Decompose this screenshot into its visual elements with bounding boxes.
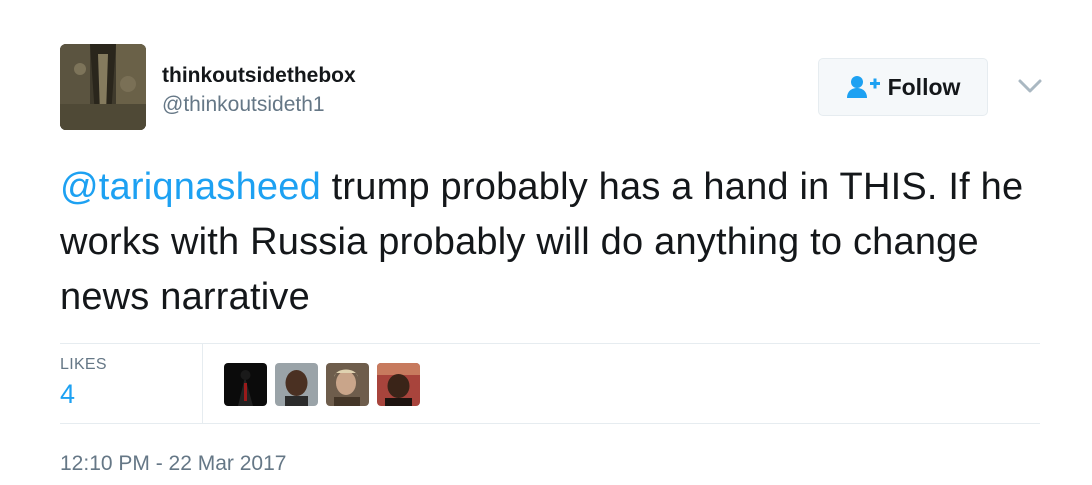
- follow-person-plus-icon: [846, 74, 882, 100]
- likers-avatars: [224, 363, 420, 406]
- stats-bottom-divider: [60, 423, 1040, 424]
- display-name[interactable]: thinkoutsidethebox: [162, 63, 356, 89]
- follow-label: Follow: [887, 73, 961, 100]
- mention-link[interactable]: @tariqnasheed: [60, 166, 321, 208]
- chevron-down-icon[interactable]: [1016, 76, 1044, 96]
- avatar-image: [60, 44, 146, 130]
- tweet-timestamp[interactable]: 12:10 PM - 22 Mar 2017: [60, 452, 286, 476]
- liker-avatar[interactable]: [326, 363, 369, 406]
- liker-avatar[interactable]: [275, 363, 318, 406]
- likes-count: 4: [60, 379, 76, 409]
- tweet-stats: LIKES 4: [60, 343, 1040, 423]
- liker-avatar[interactable]: [224, 363, 267, 406]
- likes-stat[interactable]: LIKES 4: [60, 343, 203, 423]
- liker-avatar[interactable]: [377, 363, 420, 406]
- screen-name[interactable]: @thinkoutsideth1: [162, 92, 356, 118]
- follow-button[interactable]: Follow: [818, 58, 988, 116]
- user-names: thinkoutsidethebox @thinkoutsideth1: [162, 63, 356, 118]
- tweet-text: @tariqnasheed trump probably has a hand …: [60, 160, 1050, 325]
- user-avatar[interactable]: [60, 44, 146, 130]
- likes-label: LIKES: [60, 356, 107, 373]
